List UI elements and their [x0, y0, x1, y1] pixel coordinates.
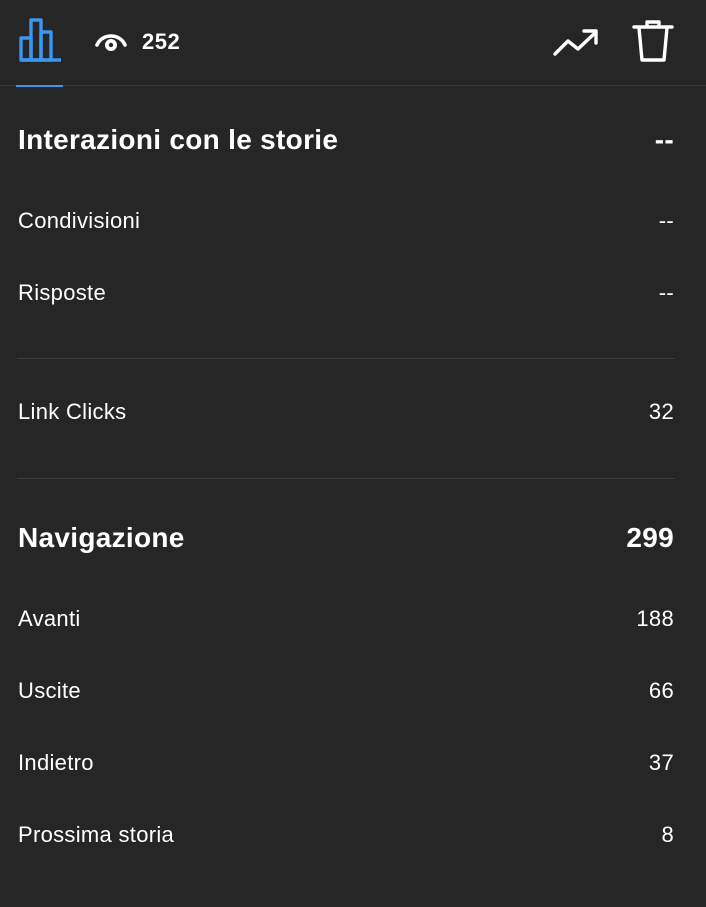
trash-icon [632, 20, 674, 62]
views-counter: 252 [94, 26, 180, 58]
interactions-total: -- [654, 124, 674, 155]
navigation-header: Navigazione 299 [18, 518, 674, 558]
metric-value: 188 [636, 606, 674, 631]
metric-label: Link Clicks [18, 399, 127, 424]
metric-label: Risposte [18, 280, 106, 305]
section-divider [17, 358, 675, 359]
bar-chart-icon [19, 18, 61, 62]
metric-row-back: Indietro 37 [18, 746, 674, 780]
insights-tab[interactable] [16, 18, 63, 87]
eye-icon [95, 34, 127, 51]
views-count: 252 [142, 29, 181, 54]
metric-row-forward: Avanti 188 [18, 602, 674, 636]
metric-row-link-clicks: Link Clicks 32 [18, 395, 674, 429]
story-insights-toolbar: 252 [0, 0, 706, 87]
interactions-title: Interazioni con le storie [18, 124, 339, 155]
trend-button[interactable] [552, 24, 600, 64]
navigation-total: 299 [626, 522, 674, 553]
metric-row-next-story: Prossima storia 8 [18, 818, 674, 852]
metric-label: Condivisioni [18, 208, 141, 233]
metric-value: 8 [661, 822, 674, 847]
active-tab-indicator [16, 85, 63, 87]
metric-label: Indietro [18, 750, 94, 775]
section-divider [17, 478, 675, 479]
metric-value: -- [658, 208, 674, 233]
delete-button[interactable] [630, 18, 676, 64]
metric-label: Prossima storia [18, 822, 175, 847]
navigation-title: Navigazione [18, 522, 185, 553]
metric-value: 37 [648, 750, 674, 775]
metric-row-shares: Condivisioni -- [18, 204, 674, 238]
trending-up-icon [553, 29, 598, 56]
metric-value: -- [658, 280, 674, 305]
metric-value: 32 [648, 399, 674, 424]
interactions-header: Interazioni con le storie -- [18, 120, 674, 160]
metric-value: 66 [648, 678, 674, 703]
metric-row-replies: Risposte -- [18, 276, 674, 310]
metric-label: Avanti [18, 606, 81, 631]
metric-row-exits: Uscite 66 [18, 674, 674, 708]
metric-label: Uscite [18, 678, 81, 703]
